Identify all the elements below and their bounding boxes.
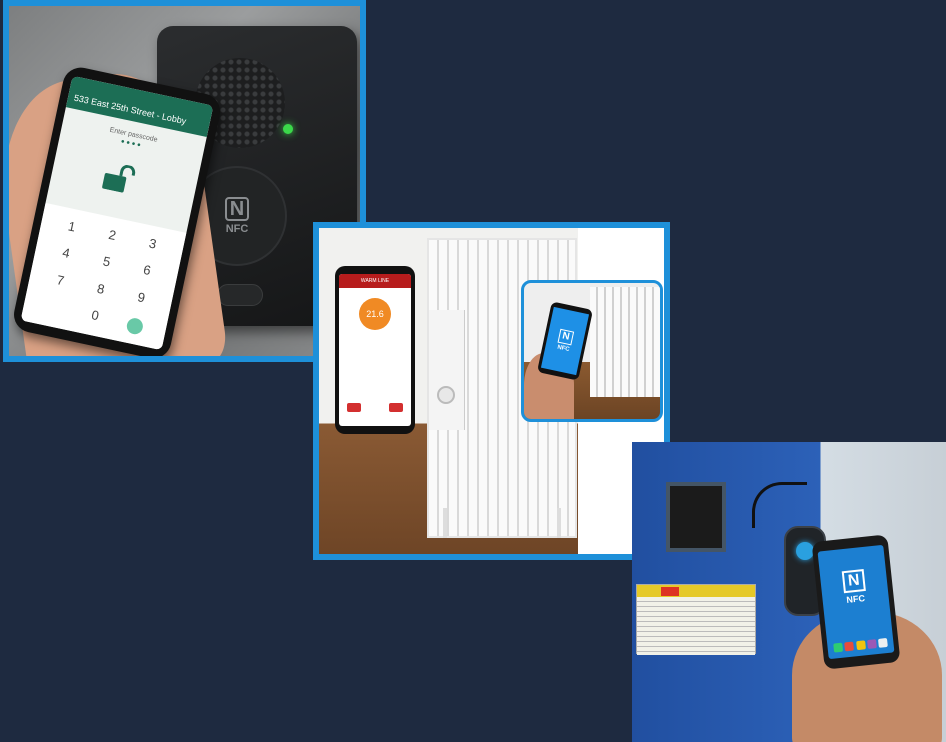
keypad-key: 2: [107, 226, 118, 244]
keypad-key: 7: [55, 271, 66, 288]
temperature-dial: 21.6: [359, 298, 391, 330]
radiator-foot: [443, 508, 447, 538]
keypad-key: 9: [136, 288, 147, 305]
reader-nfc-label: NFC: [225, 223, 249, 235]
nfc-logo-icon: N: [225, 197, 249, 221]
phone-screen: N NFC: [817, 544, 895, 660]
app-icon: [877, 637, 888, 648]
unlock-icon: [102, 164, 136, 193]
photo-nfc-door-lock: N NFC 533 East 25th Street - Lobby Enter…: [3, 0, 366, 362]
app-icon: [833, 642, 844, 653]
nfc-logo-icon: N: [841, 569, 866, 594]
nfc-label: NFC: [845, 593, 866, 605]
keypad-key: 0: [90, 306, 101, 324]
reader-button: [217, 284, 263, 306]
keypad-key: 5: [101, 253, 112, 270]
radiator: [590, 287, 660, 397]
radiator-knob: [437, 386, 455, 404]
keypad-key: [31, 295, 76, 327]
photo-nfc-industrial: N NFC: [632, 442, 946, 742]
nfc-label: NFC: [556, 344, 570, 354]
radiator-foot: [557, 508, 561, 538]
app-icon: [855, 640, 866, 651]
keypad-key: 4: [61, 244, 72, 262]
equipment-vent: [666, 482, 726, 552]
heating-app-header: WARM LINE: [339, 274, 411, 288]
inset-photo-nfc-tap: N NFC: [521, 280, 663, 422]
app-icon: [844, 641, 855, 652]
keypad-key: 6: [141, 262, 153, 279]
app-button: [389, 403, 403, 412]
app-button: [347, 403, 361, 412]
radiator-control-panel: [429, 310, 465, 430]
device-light: [796, 542, 814, 560]
nfc-logo-icon: N: [557, 328, 575, 346]
smartphone-heating-app: WARM LINE 21.6: [335, 266, 415, 434]
phone-screen: N NFC: [540, 306, 590, 376]
phone-screen: WARM LINE 21.6: [339, 274, 411, 426]
keypad-key: 1: [66, 218, 77, 235]
app-icon-row: [833, 637, 888, 653]
warning-labels: [636, 584, 756, 655]
smartphone: N NFC: [811, 534, 901, 670]
smartphone: N NFC: [536, 301, 594, 381]
label-red-block: [661, 587, 679, 596]
keypad-key: 8: [95, 280, 107, 297]
photo-nfc-radiator: WARM LINE 21.6 N NFC: [313, 222, 670, 560]
keypad-key: 3: [147, 235, 158, 252]
keypad-ok-key: [125, 316, 145, 336]
label-stripe: [637, 585, 755, 597]
label-text-rows: [637, 597, 755, 655]
reader-status-led: [283, 124, 293, 134]
cable: [752, 482, 807, 528]
numeric-keypad: 1 2 3 4 5 6 7 8 9 0: [20, 202, 187, 351]
app-icon: [866, 639, 877, 650]
